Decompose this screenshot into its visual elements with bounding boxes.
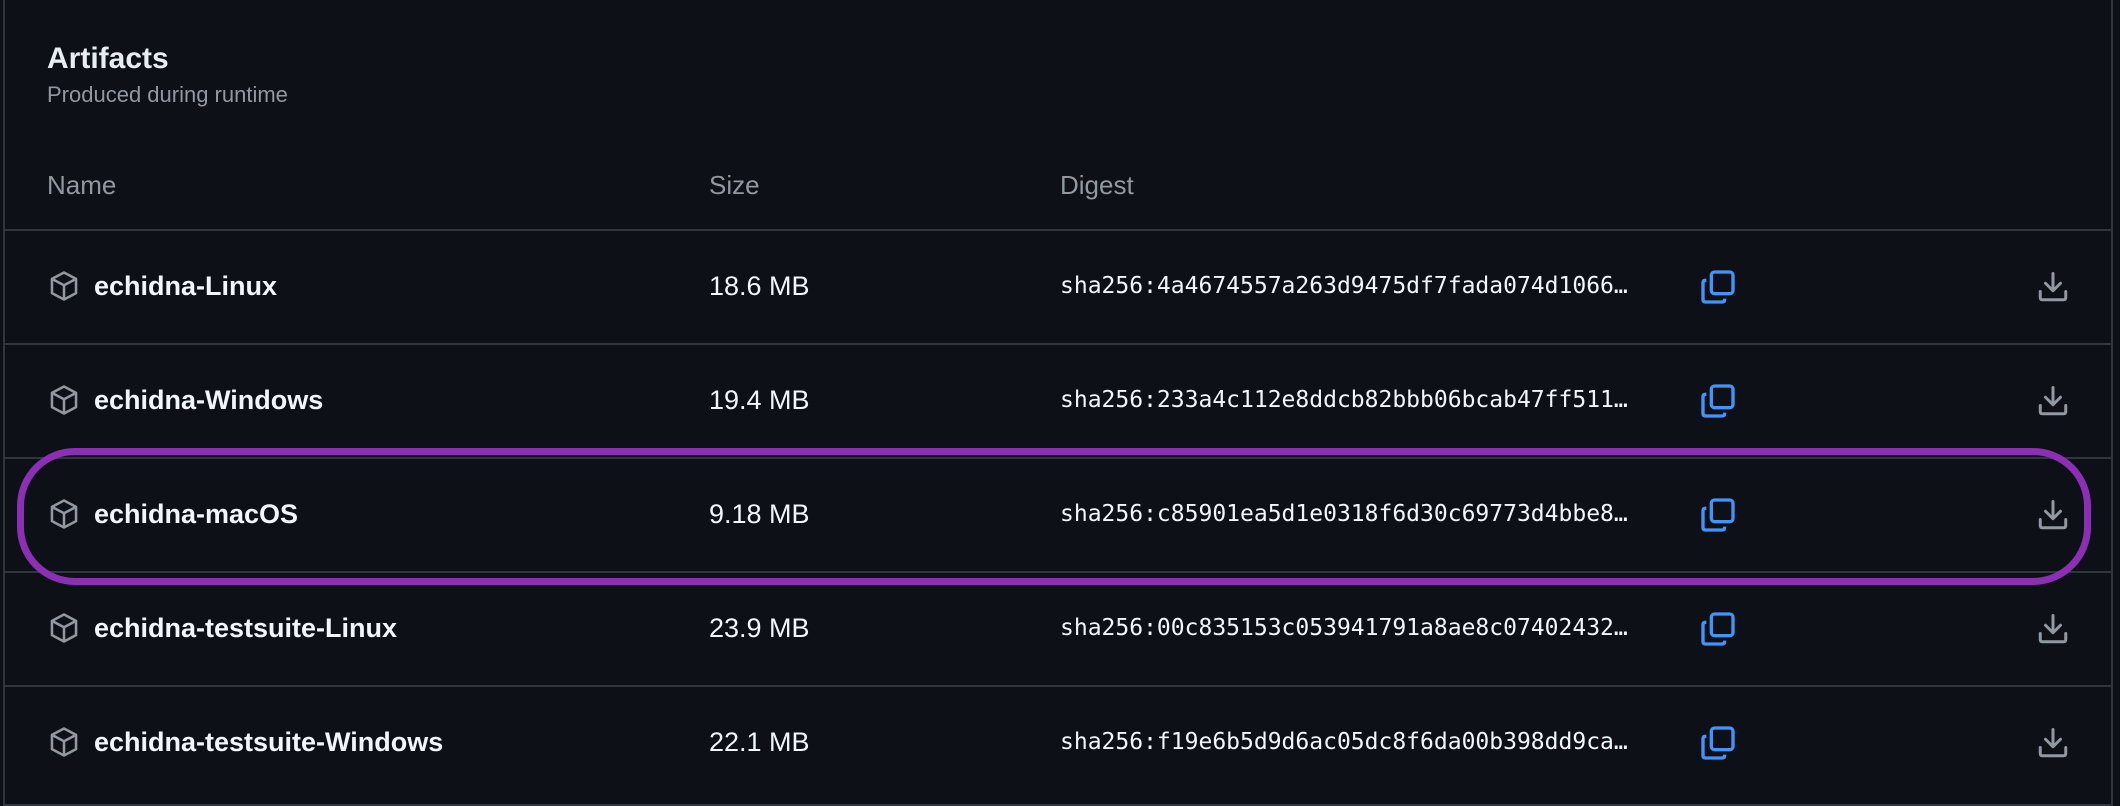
artifact-digest: sha256:4a4674557a263d9475df7fada074d1066…	[1060, 273, 1628, 299]
package-icon	[50, 727, 78, 757]
table-row: echidna-testsuite-Linux 23.9 MB sha256:0…	[5, 571, 2111, 684]
section-subtitle: Produced during runtime	[47, 82, 288, 107]
artifact-name-link[interactable]: echidna-macOS	[94, 497, 298, 531]
table-row: echidna-testsuite-Windows 22.1 MB sha256…	[5, 685, 2111, 798]
copy-icon[interactable]	[1698, 609, 1738, 649]
download-icon[interactable]	[2035, 725, 2071, 761]
column-header-size: Size	[709, 170, 760, 200]
column-header-name: Name	[47, 170, 117, 200]
package-icon	[50, 271, 78, 301]
artifact-digest: sha256:c85901ea5d1e0318f6d30c69773d4bbe8…	[1060, 501, 1628, 527]
section-title: Artifacts	[47, 42, 169, 75]
artifact-name-link[interactable]: echidna-testsuite-Linux	[94, 611, 397, 645]
artifact-digest: sha256:233a4c112e8ddcb82bbb06bcab47ff511…	[1060, 387, 1628, 413]
artifacts-panel: Artifacts Produced during runtime Name S…	[3, 0, 2113, 806]
artifact-size: 9.18 MB	[709, 499, 810, 529]
download-icon[interactable]	[2035, 497, 2071, 533]
package-icon	[50, 613, 78, 643]
table-row: echidna-macOS 9.18 MB sha256:c85901ea5d1…	[5, 457, 2111, 570]
artifact-name-link[interactable]: echidna-Linux	[94, 269, 277, 303]
artifact-size: 22.1 MB	[709, 727, 810, 757]
artifact-size: 18.6 MB	[709, 271, 810, 301]
artifact-digest: sha256:00c835153c053941791a8ae8c07402432…	[1060, 615, 1628, 641]
download-icon[interactable]	[2035, 383, 2071, 419]
download-icon[interactable]	[2035, 269, 2071, 305]
copy-icon[interactable]	[1698, 381, 1738, 421]
table-row: echidna-Linux 18.6 MB sha256:4a4674557a2…	[5, 229, 2111, 342]
package-icon	[50, 385, 78, 415]
copy-icon[interactable]	[1698, 723, 1738, 763]
column-header-digest: Digest	[1060, 170, 1134, 200]
artifacts-header: Artifacts Produced during runtime	[47, 38, 288, 110]
artifact-digest: sha256:f19e6b5d9d6ac05dc8f6da00b398dd9ca…	[1060, 729, 1628, 755]
package-icon	[50, 499, 78, 529]
artifact-name-link[interactable]: echidna-Windows	[94, 383, 323, 417]
artifact-size: 19.4 MB	[709, 385, 810, 415]
table-row: echidna-Windows 19.4 MB sha256:233a4c112…	[5, 343, 2111, 456]
download-icon[interactable]	[2035, 611, 2071, 647]
artifact-size: 23.9 MB	[709, 613, 810, 643]
copy-icon[interactable]	[1698, 495, 1738, 535]
copy-icon[interactable]	[1698, 267, 1738, 307]
artifact-name-link[interactable]: echidna-testsuite-Windows	[94, 725, 443, 759]
